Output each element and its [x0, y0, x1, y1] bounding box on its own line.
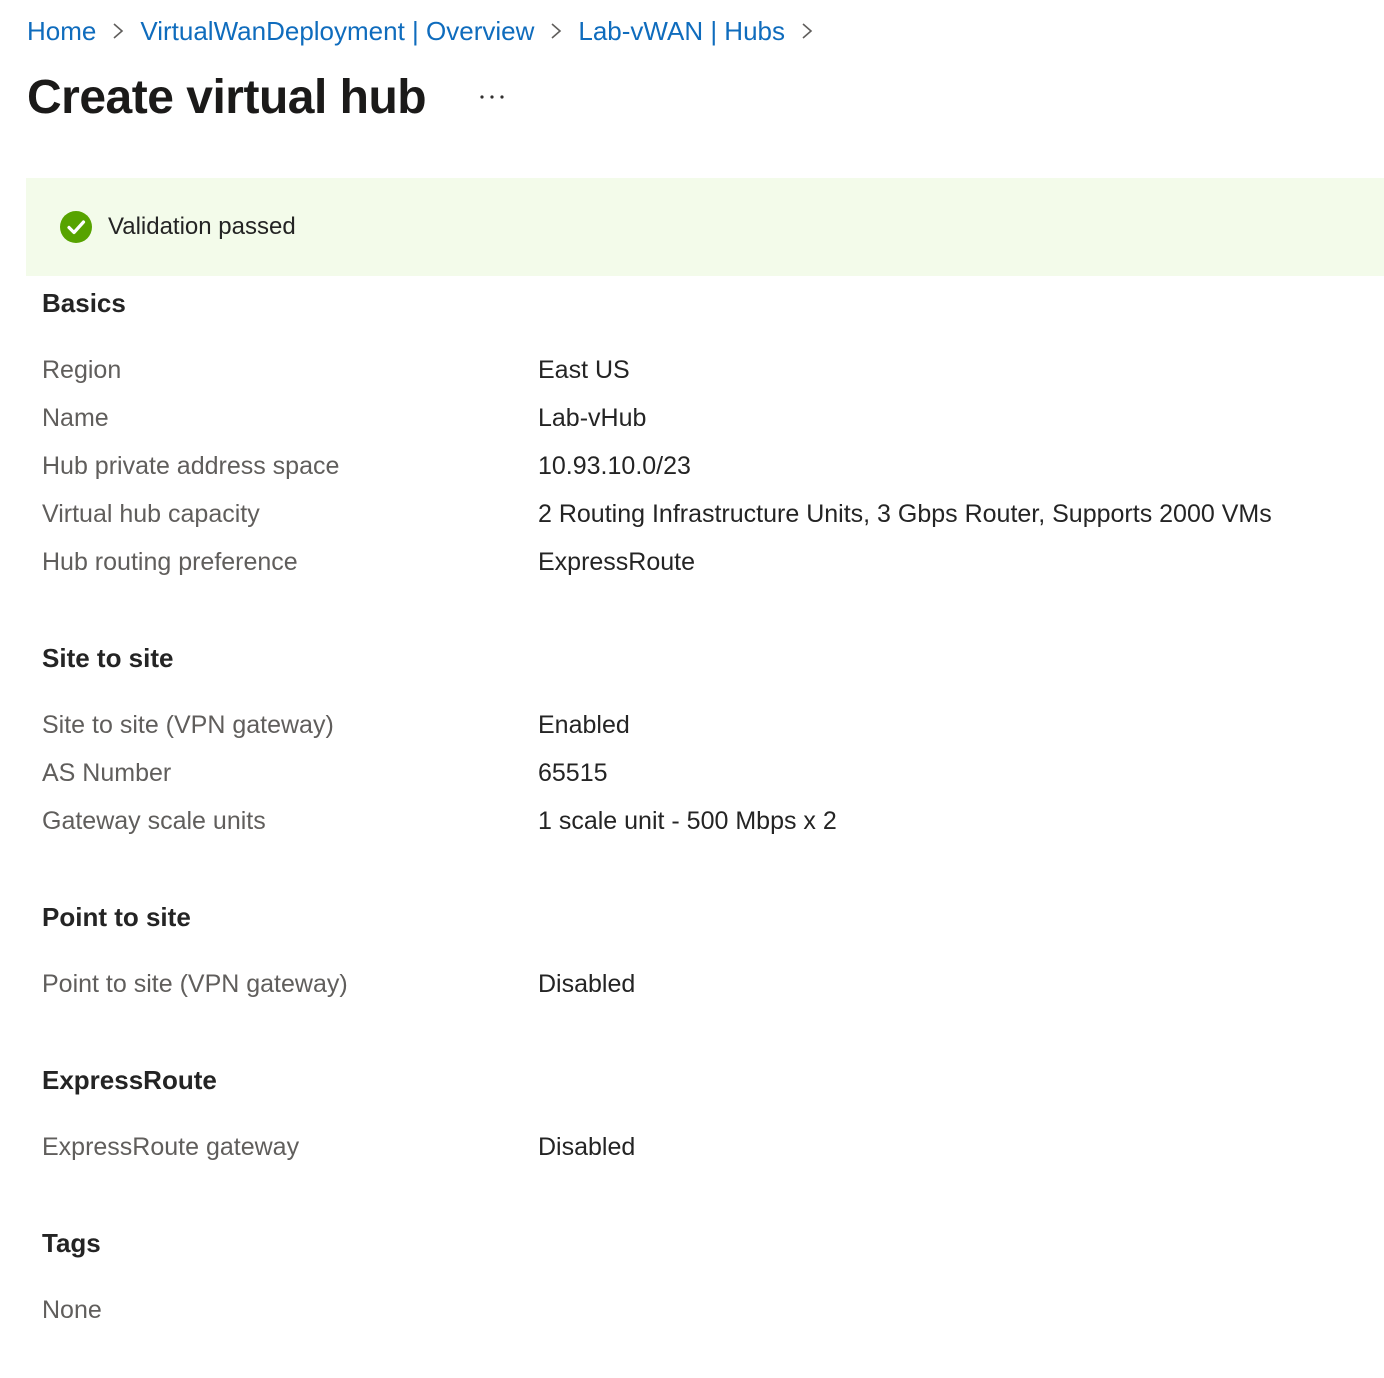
- row-label: Name: [42, 404, 109, 432]
- summary-row: Gateway scale units 1 scale unit - 500 M…: [42, 797, 1362, 845]
- chevron-right-icon: [534, 14, 578, 48]
- summary-row: Point to site (VPN gateway) Disabled: [42, 960, 1362, 1008]
- row-value: 10.93.10.0/23: [538, 452, 691, 480]
- row-value: East US: [538, 356, 630, 384]
- row-label: Site to site (VPN gateway): [42, 711, 334, 739]
- breadcrumb-overview-link[interactable]: VirtualWanDeployment | Overview: [140, 16, 534, 47]
- breadcrumb-hubs-link[interactable]: Lab-vWAN | Hubs: [578, 16, 785, 47]
- chevron-right-icon: [785, 14, 829, 48]
- tags-section: Tags None: [42, 1226, 1362, 1334]
- row-value: Lab-vHub: [538, 404, 647, 432]
- summary-row: Name Lab-vHub: [42, 394, 1362, 442]
- row-value: 65515: [538, 759, 608, 787]
- row-value: ExpressRoute: [538, 548, 696, 576]
- ellipsis-icon: [480, 95, 504, 99]
- row-value: Enabled: [538, 711, 630, 739]
- row-label: Region: [42, 356, 122, 384]
- row-label: Virtual hub capacity: [42, 500, 260, 528]
- page-header: Create virtual hub: [27, 64, 508, 130]
- tags-value: None: [42, 1296, 102, 1324]
- site-to-site-section: Site to site Site to site (VPN gateway) …: [42, 641, 1362, 845]
- more-options-button[interactable]: [476, 81, 508, 113]
- row-value: 1 scale unit - 500 Mbps x 2: [538, 807, 837, 835]
- summary-row: Virtual hub capacity 2 Routing Infrastru…: [42, 490, 1362, 538]
- summary-row: Hub private address space 10.93.10.0/23: [42, 442, 1362, 490]
- summary-row: ExpressRoute gateway Disabled: [42, 1123, 1362, 1171]
- row-value: Disabled: [538, 1133, 636, 1161]
- row-label: Hub routing preference: [42, 548, 298, 576]
- chevron-right-icon: [96, 14, 140, 48]
- page-title: Create virtual hub: [27, 70, 427, 124]
- row-label: Hub private address space: [42, 452, 340, 480]
- row-label: ExpressRoute gateway: [42, 1133, 300, 1161]
- row-value: Disabled: [538, 970, 636, 998]
- summary-row: AS Number 65515: [42, 749, 1362, 797]
- section-title: Point to site: [42, 902, 191, 932]
- section-title: Basics: [42, 288, 126, 318]
- breadcrumb: Home VirtualWanDeployment | Overview Lab…: [27, 14, 829, 48]
- checkmark-circle-icon: [60, 211, 92, 243]
- row-label: AS Number: [42, 759, 172, 787]
- section-title: Site to site: [42, 643, 174, 673]
- validation-message: Validation passed: [108, 213, 296, 240]
- expressroute-section: ExpressRoute ExpressRoute gateway Disabl…: [42, 1063, 1362, 1171]
- summary-row: Hub routing preference ExpressRoute: [42, 538, 1362, 586]
- row-label: Point to site (VPN gateway): [42, 970, 348, 998]
- section-title: ExpressRoute: [42, 1065, 217, 1095]
- summary-row: Region East US: [42, 346, 1362, 394]
- row-value: 2 Routing Infrastructure Units, 3 Gbps R…: [538, 500, 1272, 528]
- summary-row: Site to site (VPN gateway) Enabled: [42, 701, 1362, 749]
- row-label: Gateway scale units: [42, 807, 266, 835]
- breadcrumb-home-link[interactable]: Home: [27, 16, 96, 47]
- validation-banner: Validation passed: [26, 178, 1384, 276]
- section-title: Tags: [42, 1228, 101, 1258]
- point-to-site-section: Point to site Point to site (VPN gateway…: [42, 900, 1362, 1008]
- basics-section: Basics Region East US Name Lab-vHub Hub …: [42, 286, 1362, 586]
